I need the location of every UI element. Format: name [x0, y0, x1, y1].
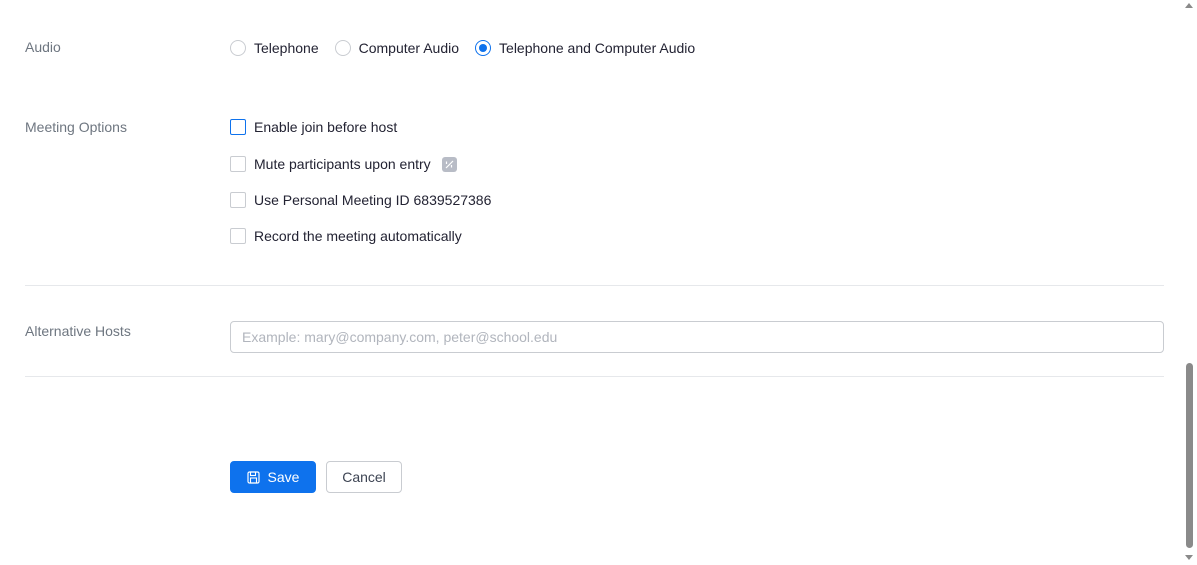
- telephone-radio-label: Telephone: [254, 40, 319, 56]
- info-icon-glyph: [445, 160, 454, 168]
- record-automatically-checkbox[interactable]: [230, 228, 246, 244]
- audio-option-telephone[interactable]: Telephone: [230, 40, 319, 56]
- scrollbar-thumb[interactable]: [1186, 363, 1193, 548]
- record-automatically-option[interactable]: Record the meeting automatically: [230, 226, 462, 246]
- info-icon[interactable]: [441, 156, 457, 172]
- section-divider: [25, 376, 1164, 377]
- record-automatically-label: Record the meeting automatically: [254, 228, 462, 244]
- use-personal-meeting-id-option[interactable]: Use Personal Meeting ID 6839527386: [230, 190, 491, 210]
- use-personal-meeting-id-checkbox[interactable]: [230, 192, 246, 208]
- telephone-and-computer-radio-label: Telephone and Computer Audio: [499, 40, 696, 56]
- mute-participants-label: Mute participants upon entry: [254, 156, 431, 172]
- meeting-options-label: Meeting Options: [25, 119, 127, 135]
- mute-participants-checkbox[interactable]: [230, 156, 246, 172]
- save-button-label: Save: [267, 469, 300, 485]
- enable-join-before-host-option[interactable]: Enable join before host: [230, 117, 397, 137]
- cancel-button-label: Cancel: [342, 469, 386, 485]
- computer-audio-radio-label: Computer Audio: [358, 40, 460, 56]
- audio-option-telephone-and-computer[interactable]: Telephone and Computer Audio: [475, 40, 695, 56]
- audio-label: Audio: [25, 39, 61, 55]
- vertical-scrollbar[interactable]: [1181, 0, 1197, 565]
- computer-audio-radio[interactable]: [334, 40, 351, 56]
- alternative-hosts-input[interactable]: [230, 321, 1164, 353]
- audio-radio-group: Telephone Computer Audio Telephone and C…: [230, 38, 711, 58]
- use-personal-meeting-id-label: Use Personal Meeting ID 6839527386: [254, 192, 492, 208]
- scroll-up-arrow-icon[interactable]: [1185, 3, 1193, 8]
- enable-join-before-host-checkbox[interactable]: [230, 119, 246, 135]
- audio-option-computer-audio[interactable]: Computer Audio: [334, 40, 460, 56]
- telephone-and-computer-radio[interactable]: [475, 40, 492, 56]
- alternative-hosts-label: Alternative Hosts: [25, 323, 131, 339]
- save-button[interactable]: Save: [230, 461, 316, 493]
- save-icon: [246, 470, 260, 484]
- cancel-button[interactable]: Cancel: [326, 461, 402, 493]
- section-divider: [25, 285, 1164, 286]
- telephone-radio[interactable]: [230, 40, 246, 56]
- enable-join-before-host-label: Enable join before host: [254, 119, 398, 135]
- mute-participants-option[interactable]: Mute participants upon entry: [230, 154, 457, 174]
- scroll-down-arrow-icon[interactable]: [1185, 555, 1193, 560]
